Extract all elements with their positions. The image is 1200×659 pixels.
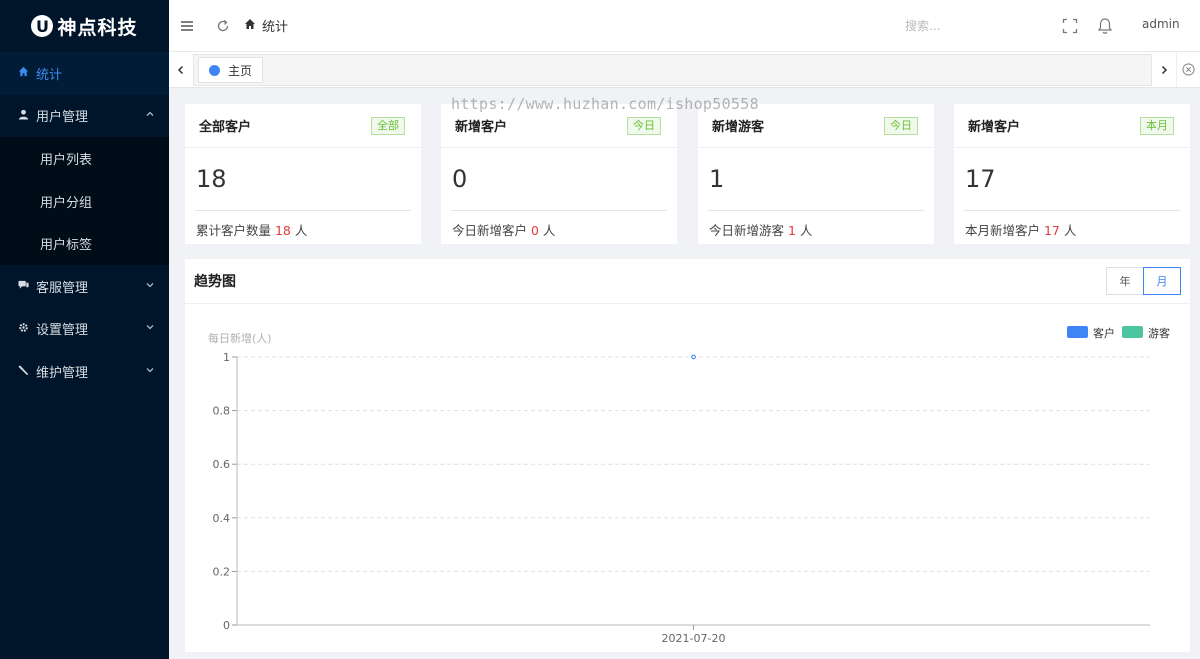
- range-month-button[interactable]: 月: [1143, 267, 1181, 295]
- chevron-down-icon: [145, 365, 155, 378]
- user-submenu: 用户列表 用户分组 用户标签: [0, 137, 169, 265]
- card-title: 新增客户: [455, 120, 508, 135]
- stat-card-total-customers: 全部客户 全部 18 累计客户数量 18 人: [185, 104, 421, 244]
- card-title: 新增客户: [968, 120, 1021, 135]
- breadcrumb: 统计: [244, 16, 288, 35]
- fullscreen-icon[interactable]: [1059, 15, 1081, 37]
- card-summary: 今日新增客户 0 人: [452, 223, 556, 238]
- stat-card-new-visitors-today: 新增游客 今日 1 今日新增游客 1 人: [698, 104, 934, 244]
- home-icon[interactable]: [244, 18, 256, 34]
- tabs-bar: 主页: [169, 52, 1200, 88]
- search-input[interactable]: [905, 16, 1025, 36]
- period-badge: 本月: [1140, 116, 1174, 135]
- stat-card-new-customers-today: 新增客户 今日 0 今日新增客户 0 人: [441, 104, 677, 244]
- sidebar-item-maintenance-management[interactable]: 维护管理: [0, 350, 169, 393]
- card-title: 新增游客: [712, 120, 765, 135]
- tab-home[interactable]: 主页: [198, 57, 264, 83]
- breadcrumb-current: 统计: [262, 20, 289, 35]
- trend-panel: 趋势图 年 月 每日新增(人) 0 0.2 0.4 0.6 0.8 1 2021-07-20 客…: [185, 259, 1190, 652]
- sidebar-item-label: 维护管理: [36, 365, 89, 381]
- sidebar-item-user-tags[interactable]: 用户标签: [0, 222, 169, 265]
- chat-icon: [17, 279, 29, 293]
- sidebar: U 神点科技 统计 用户管理 用户列表 用户分组 用户标签 客服管理 设置管理 …: [0, 0, 169, 659]
- home-icon: [17, 66, 29, 80]
- chevron-down-icon: [145, 322, 155, 335]
- chevron-up-icon: [145, 109, 155, 122]
- sidebar-item-label: 统计: [36, 67, 63, 83]
- logo-mark: U: [31, 15, 54, 37]
- sidebar-item-user-management[interactable]: 用户管理: [0, 95, 169, 138]
- logo[interactable]: U 神点科技: [0, 0, 169, 52]
- summary-count: 18: [274, 223, 291, 238]
- menu-toggle-icon[interactable]: [172, 11, 202, 41]
- wrench-icon: [17, 364, 29, 378]
- y-tick-label: 0.6: [213, 458, 231, 471]
- range-toggle: 年 月: [1106, 267, 1181, 295]
- trend-title: 趋势图: [194, 274, 236, 290]
- summary-count: 0: [530, 223, 539, 238]
- y-tick-label: 1: [223, 351, 230, 364]
- x-tick-label: 2021-07-20: [662, 632, 726, 645]
- y-tick-label: 0.8: [213, 405, 231, 418]
- card-value: 1: [709, 165, 725, 193]
- sidebar-item-label: 用户管理: [36, 110, 89, 126]
- range-year-button[interactable]: 年: [1106, 267, 1144, 295]
- data-point-customers: [691, 354, 696, 360]
- card-summary: 累计客户数量 18 人: [196, 223, 308, 238]
- sidebar-item-user-groups[interactable]: 用户分组: [0, 180, 169, 223]
- sidebar-item-settings-management[interactable]: 设置管理: [0, 308, 169, 351]
- bell-icon[interactable]: [1094, 15, 1116, 37]
- user-icon: [17, 109, 29, 123]
- y-tick-label: 0: [223, 619, 230, 632]
- tab-strip: 主页: [193, 54, 1152, 86]
- period-badge: 今日: [627, 116, 661, 135]
- close-all-tabs-icon[interactable]: [1176, 52, 1200, 87]
- chevron-left-icon[interactable]: [169, 52, 193, 87]
- y-tick-label: 0.4: [213, 512, 231, 525]
- top-header: 统计 admin: [169, 0, 1200, 52]
- card-summary: 本月新增客户 17 人: [965, 223, 1077, 238]
- summary-count: 1: [787, 223, 796, 238]
- card-value: 18: [196, 165, 227, 193]
- sidebar-item-service-management[interactable]: 客服管理: [0, 265, 169, 308]
- sidebar-item-stats[interactable]: 统计: [0, 52, 169, 95]
- sidebar-item-label: 设置管理: [36, 323, 89, 339]
- tab-label: 主页: [228, 63, 253, 78]
- trend-chart: 每日新增(人) 0 0.2 0.4 0.6 0.8 1 2021-07-20 客户 游客: [208, 326, 1170, 645]
- brand-name: 神点科技: [57, 16, 138, 39]
- sidebar-item-user-list[interactable]: 用户列表: [0, 137, 169, 180]
- legend-swatch: [1122, 326, 1143, 338]
- y-axis-label: 每日新增(人): [208, 331, 272, 345]
- refresh-icon[interactable]: [208, 11, 238, 41]
- gear-icon: [17, 322, 29, 336]
- y-tick-label: 0.2: [213, 565, 231, 578]
- legend-label: 客户: [1093, 326, 1115, 340]
- chevron-down-icon: [145, 280, 155, 293]
- card-value: 17: [965, 165, 996, 193]
- period-badge: 今日: [884, 116, 918, 135]
- card-value: 0: [452, 165, 468, 193]
- sidebar-item-label: 客服管理: [36, 280, 89, 296]
- stat-card-new-customers-month: 新增客户 本月 17 本月新增客户 17 人: [954, 104, 1190, 244]
- active-dot-icon: [209, 64, 220, 76]
- card-summary: 今日新增游客 1 人: [709, 223, 813, 238]
- period-badge: 全部: [371, 116, 405, 135]
- user-menu[interactable]: admin: [1142, 17, 1180, 31]
- legend-swatch: [1067, 326, 1088, 338]
- legend-label: 游客: [1148, 326, 1170, 340]
- summary-count: 17: [1043, 223, 1060, 238]
- chevron-right-icon[interactable]: [1152, 52, 1176, 87]
- card-title: 全部客户: [199, 120, 252, 135]
